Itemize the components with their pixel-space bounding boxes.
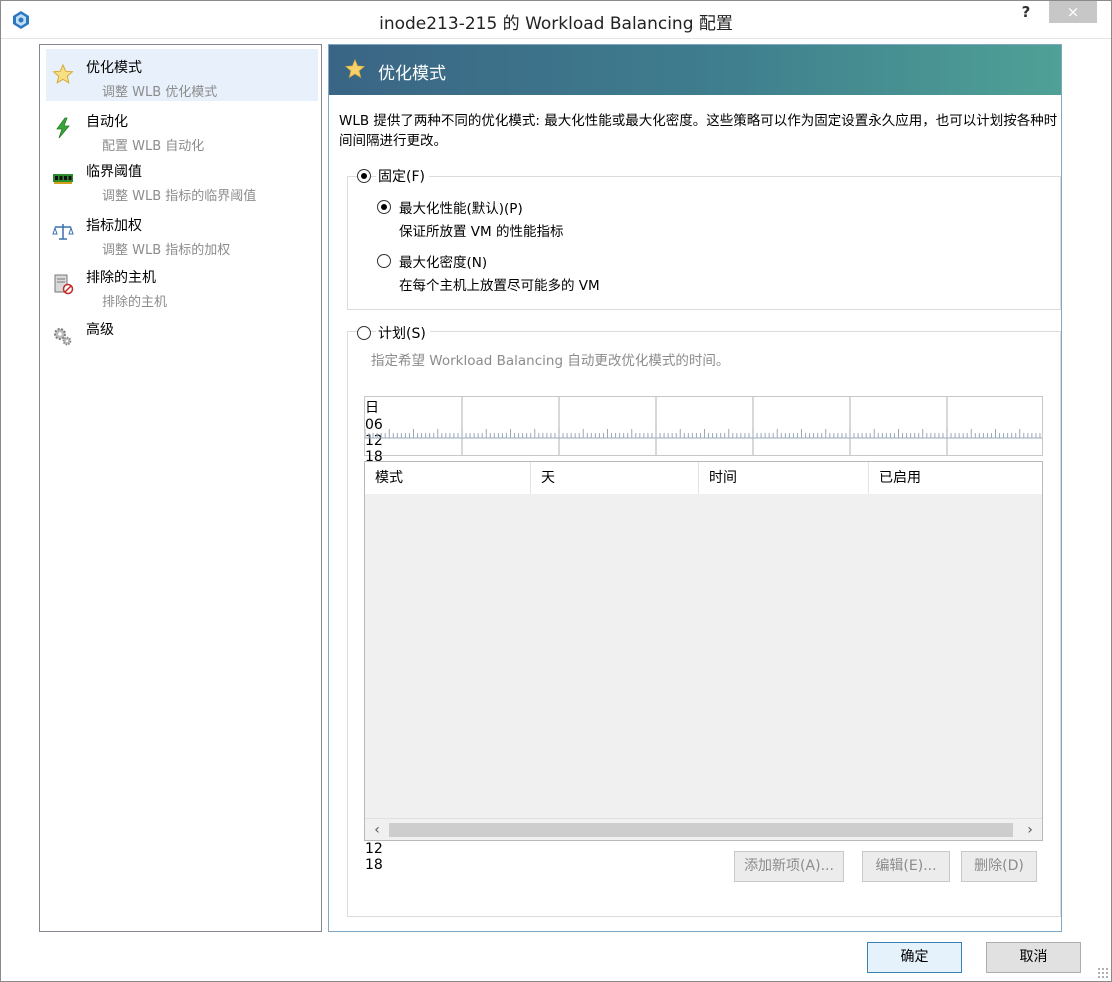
resize-grip-icon[interactable] [1097,967,1109,979]
max-density-radio[interactable] [377,254,391,268]
scheduled-hint: 指定希望 Workload Balancing 自动更改优化模式的时间。 [371,353,730,369]
sidebar-item-critical-thresholds[interactable]: 临界阈值 调整 WLB 指标的临界阈值 [46,153,318,205]
sidebar-item-label: 自动化 [86,114,128,130]
sidebar: 优化模式 调整 WLB 优化模式 自动化 配置 WLB 自动化 临界阈值 调整 … [39,44,322,932]
column-header-mode[interactable]: 模式 [365,462,531,494]
scheduled-radio[interactable] [357,326,371,340]
sidebar-item-desc: 调整 WLB 优化模式 [102,85,218,100]
dialog-window: inode213-215 的 Workload Balancing 配置 ? ×… [0,0,1112,982]
sidebar-item-automation[interactable]: 自动化 配置 WLB 自动化 [46,103,318,155]
gears-icon [54,328,72,346]
sidebar-item-label: 临界阈值 [86,164,142,180]
scales-icon [52,224,74,240]
max-density-desc: 在每个主机上放置尽可能多的 VM [399,278,600,294]
max-performance-radio[interactable] [377,200,391,214]
table-header: 模式 天 时间 已启用 [365,462,1042,494]
memory-chip-icon [53,174,73,184]
close-button[interactable]: × [1049,1,1097,23]
column-header-enabled[interactable]: 已启用 [869,462,1042,494]
max-density-label: 最大化密度(N) [399,255,488,271]
page-banner: 优化模式 [329,45,1061,95]
sidebar-item-desc: 配置 WLB 自动化 [102,139,205,154]
max-performance-label: 最大化性能(默认)(P) [399,201,523,217]
sidebar-item-metric-weighting[interactable]: 指标加权 调整 WLB 指标的加权 [46,207,318,259]
sidebar-item-excluded-hosts[interactable]: 排除的主机 排除的主机 [46,259,318,311]
star-icon [345,59,365,79]
star-icon [52,63,74,84]
timeline-ruler [365,397,1042,455]
excluded-host-icon [54,274,74,295]
ok-button[interactable]: 确定 [867,942,962,973]
main-panel: 优化模式 WLB 提供了两种不同的优化模式: 最大化性能或最大化密度。这些策略可… [328,44,1062,932]
column-header-time[interactable]: 时间 [699,462,869,494]
column-header-day[interactable]: 天 [531,462,699,494]
sidebar-item-desc: 调整 WLB 指标的临界阈值 [102,189,257,204]
scheduled-label: 计划(S) [376,323,430,343]
sidebar-item-advanced[interactable]: 高级 [46,311,318,363]
sidebar-item-label: 高级 [86,322,114,338]
fixed-label: 固定(F) [376,166,429,186]
cancel-button[interactable]: 取消 [986,942,1081,973]
intro-text: WLB 提供了两种不同的优化模式: 最大化性能或最大化密度。这些策略可以作为固定… [339,113,1058,149]
max-performance-desc: 保证所放置 VM 的性能指标 [399,224,564,240]
add-schedule-button[interactable]: 添加新项(A)... [734,851,844,882]
title-bar: inode213-215 的 Workload Balancing 配置 ? × [1,1,1111,39]
schedule-timeline: 日061218一061218二061218三061218四061218五0612… [364,396,1043,873]
edit-schedule-button[interactable]: 编辑(E)... [862,851,950,882]
sidebar-item-label: 优化模式 [86,60,142,76]
scroll-left-arrow-icon[interactable]: ‹ [367,820,387,840]
sidebar-item-optimization-mode[interactable]: 优化模式 调整 WLB 优化模式 [46,49,318,101]
scrollbar-thumb[interactable] [389,823,1013,837]
schedule-table: 模式 天 时间 已启用 ‹ › [364,461,1043,841]
window-title: inode213-215 的 Workload Balancing 配置 [379,14,733,34]
horizontal-scrollbar[interactable]: ‹ › [365,818,1042,840]
scroll-right-arrow-icon[interactable]: › [1020,820,1040,840]
sidebar-item-label: 排除的主机 [86,270,156,286]
page-title: 优化模式 [378,64,446,84]
sidebar-item-label: 指标加权 [86,218,142,234]
delete-schedule-button[interactable]: 删除(D) [961,851,1037,882]
sidebar-item-desc: 调整 WLB 指标的加权 [102,243,231,258]
lightning-icon [56,117,70,139]
fixed-radio[interactable] [357,169,371,183]
help-button[interactable]: ? [1011,3,1041,25]
sidebar-item-desc: 排除的主机 [102,295,168,310]
